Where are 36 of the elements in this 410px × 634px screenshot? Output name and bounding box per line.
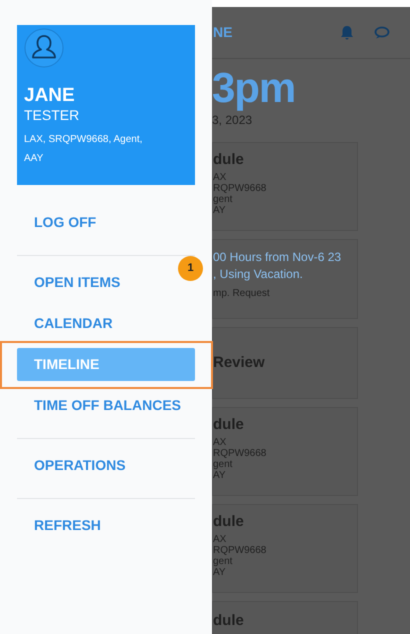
menu-item[interactable]: CALENDAR bbox=[17, 307, 195, 340]
card-title: dule bbox=[213, 513, 245, 531]
menu-item[interactable]: OPERATIONS bbox=[17, 449, 195, 482]
card-text: AY bbox=[213, 567, 227, 578]
card-title: dule bbox=[213, 612, 245, 630]
card-text: AY bbox=[213, 470, 227, 481]
user-details: LAX, SRQPW9668, Agent, AAY bbox=[24, 133, 144, 166]
card-text: gent bbox=[213, 556, 234, 567]
bell-icon[interactable] bbox=[340, 25, 354, 40]
avatar-icon bbox=[24, 28, 64, 68]
card-text: AX bbox=[213, 437, 228, 448]
card-title: Review bbox=[213, 352, 265, 373]
chat-icon[interactable] bbox=[374, 26, 390, 39]
card-title: dule bbox=[213, 151, 245, 169]
card-text: RQPW9668 bbox=[213, 448, 268, 459]
time-heading: 3pm bbox=[212, 65, 296, 111]
menu-item[interactable]: REFRESH bbox=[17, 509, 195, 542]
header-title: NE bbox=[213, 23, 234, 42]
date-text: 3, 2023 bbox=[212, 113, 254, 127]
card-text: AX bbox=[213, 172, 228, 183]
count-badge: 1 bbox=[178, 256, 203, 281]
menu-item[interactable]: TIMELINE bbox=[17, 348, 195, 381]
card-text: RQPW9668 bbox=[213, 545, 268, 556]
card-text: gent bbox=[213, 194, 234, 205]
request-type: mp. Request bbox=[213, 287, 271, 301]
card-title: dule bbox=[213, 416, 245, 434]
last-name: TESTER bbox=[24, 107, 80, 124]
request-text: , Using Vacation. bbox=[213, 266, 304, 283]
first-name: JANE bbox=[24, 85, 76, 107]
menu-item[interactable]: LOG OFF bbox=[17, 206, 195, 239]
card-text: RQPW9668 bbox=[213, 183, 268, 194]
card-text: AY bbox=[213, 205, 227, 216]
request-text: 00 Hours from Nov-6 23 bbox=[213, 249, 342, 266]
card-text: AX bbox=[213, 534, 228, 545]
card-text: gent bbox=[213, 459, 234, 470]
menu-item[interactable]: TIME OFF BALANCES bbox=[17, 389, 195, 422]
